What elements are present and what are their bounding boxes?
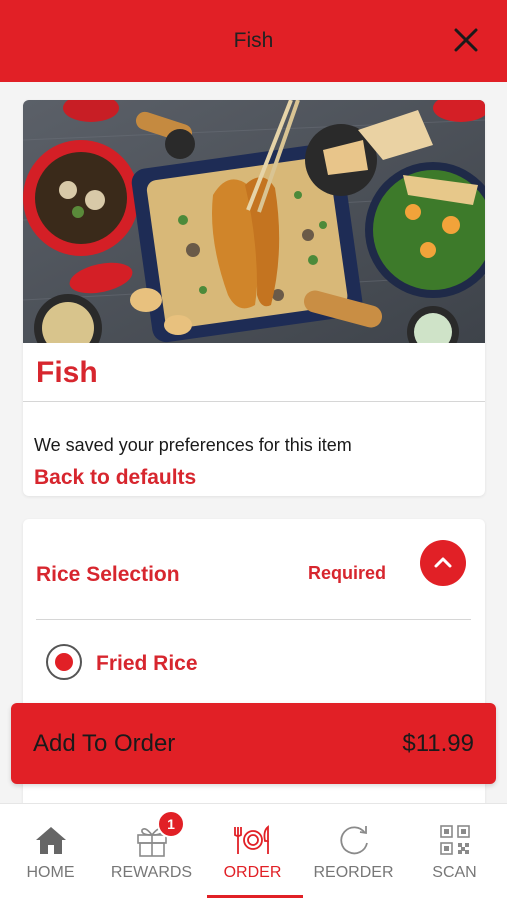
radio-selected-dot bbox=[55, 653, 73, 671]
chevron-up-icon bbox=[434, 557, 452, 568]
close-icon bbox=[454, 28, 478, 52]
back-to-defaults-link[interactable]: Back to defaults bbox=[34, 466, 196, 490]
tab-rewards[interactable]: 1 REWARDS bbox=[101, 804, 202, 900]
fried-rice-radio[interactable] bbox=[46, 644, 82, 680]
tab-label: ORDER bbox=[223, 864, 282, 881]
add-to-order-button[interactable]: Add To Order $11.99 bbox=[11, 703, 496, 784]
tab-scan[interactable]: SCAN bbox=[404, 804, 505, 900]
tab-order[interactable]: ORDER bbox=[202, 804, 303, 900]
required-badge: Required bbox=[308, 563, 387, 583]
close-button[interactable] bbox=[453, 27, 479, 53]
option-label-fried-rice[interactable]: Fried Rice bbox=[96, 652, 198, 676]
rewards-count-badge: 1 bbox=[157, 810, 185, 838]
tab-label: REWARDS bbox=[110, 864, 193, 881]
divider bbox=[36, 619, 471, 620]
collapse-section-button[interactable] bbox=[420, 540, 466, 586]
header-bar: Fish bbox=[0, 0, 507, 82]
home-icon bbox=[35, 827, 66, 854]
section-title: Rice Selection bbox=[36, 563, 180, 586]
tab-label: SCAN bbox=[432, 864, 477, 881]
item-detail-content[interactable]: Fish We saved your preferences for this … bbox=[0, 82, 507, 803]
tab-home[interactable]: HOME bbox=[0, 804, 101, 900]
divider bbox=[23, 401, 485, 402]
saved-preferences-text: We saved your preferences for this item bbox=[34, 435, 352, 455]
utensils-icon bbox=[233, 825, 269, 854]
item-card: Fish We saved your preferences for this … bbox=[23, 100, 485, 496]
active-tab-indicator bbox=[207, 895, 303, 898]
tab-label: HOME bbox=[26, 864, 75, 881]
page-title: Fish bbox=[233, 29, 274, 52]
qr-code-icon bbox=[439, 825, 470, 855]
reorder-icon bbox=[339, 826, 368, 855]
bottom-tab-bar: HOME 1 REWARDS ORDER REORDER SCAN bbox=[0, 803, 507, 900]
order-price: $11.99 bbox=[402, 730, 474, 757]
food-photo bbox=[23, 100, 485, 343]
tab-reorder[interactable]: REORDER bbox=[303, 804, 404, 900]
tab-label: REORDER bbox=[313, 864, 394, 881]
item-title: Fish bbox=[36, 356, 98, 389]
add-to-order-label: Add To Order bbox=[33, 730, 176, 757]
